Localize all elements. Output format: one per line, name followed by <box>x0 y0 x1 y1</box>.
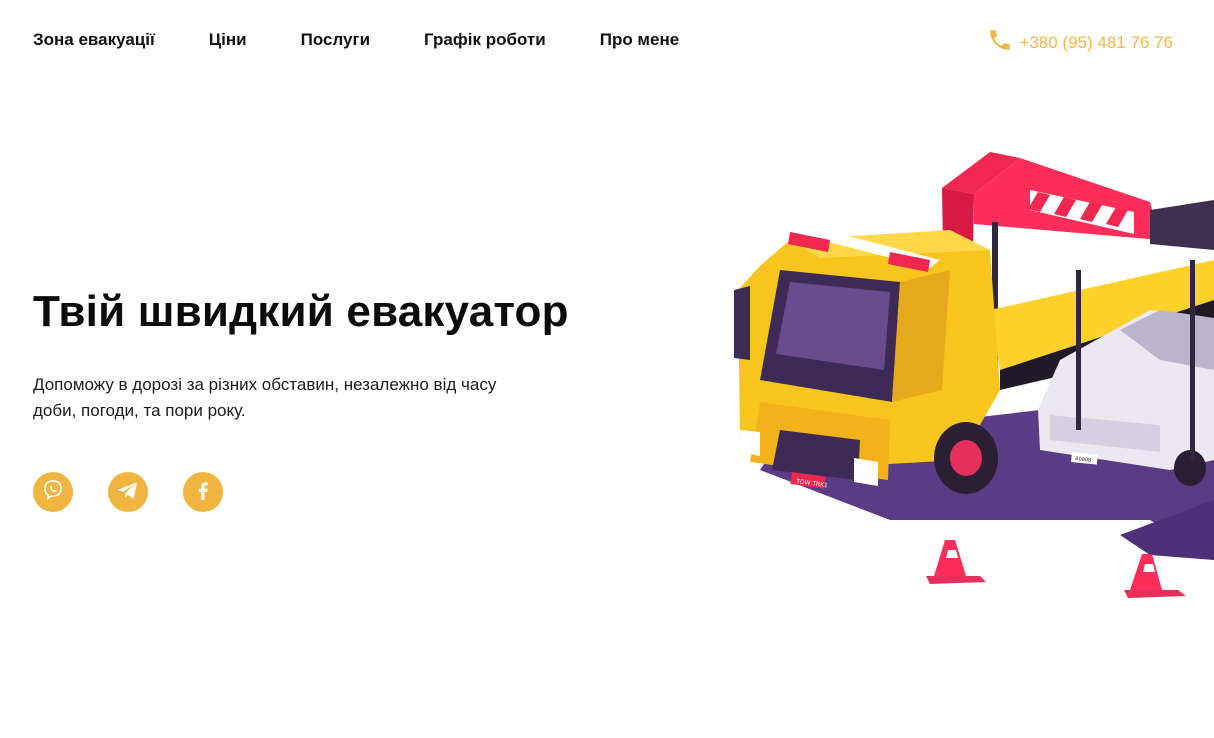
telegram-link[interactable] <box>108 472 148 512</box>
hero-description: Допоможу в дорозі за різних обставин, не… <box>33 375 497 420</box>
hero-title: Твій швидкий евакуатор <box>33 287 569 336</box>
page: Зона евакуації Ціни Послуги Графік робот… <box>0 0 1214 738</box>
nav-item-about[interactable]: Про мене <box>600 29 679 51</box>
nav-item-services[interactable]: Послуги <box>301 29 370 51</box>
nav-item-evacuation-zone[interactable]: Зона евакуації <box>33 29 155 51</box>
facebook-link[interactable] <box>183 472 223 512</box>
nav-item-schedule[interactable]: Графік роботи <box>424 29 546 51</box>
viber-icon <box>41 478 65 507</box>
social-links <box>33 472 223 512</box>
phone-link[interactable]: +380 (95) 481 76 76 <box>987 27 1173 58</box>
phone-number: +380 (95) 481 76 76 <box>1019 32 1173 52</box>
main-nav: Зона евакуації Ціни Послуги Графік робот… <box>33 29 679 51</box>
viber-link[interactable] <box>33 472 73 512</box>
nav-item-prices[interactable]: Ціни <box>209 29 247 51</box>
telegram-icon <box>116 478 140 507</box>
facebook-icon <box>191 478 215 507</box>
tow-truck-illustration: TOW TRK1 A0808 <box>734 152 1214 598</box>
phone-icon <box>987 27 1013 58</box>
